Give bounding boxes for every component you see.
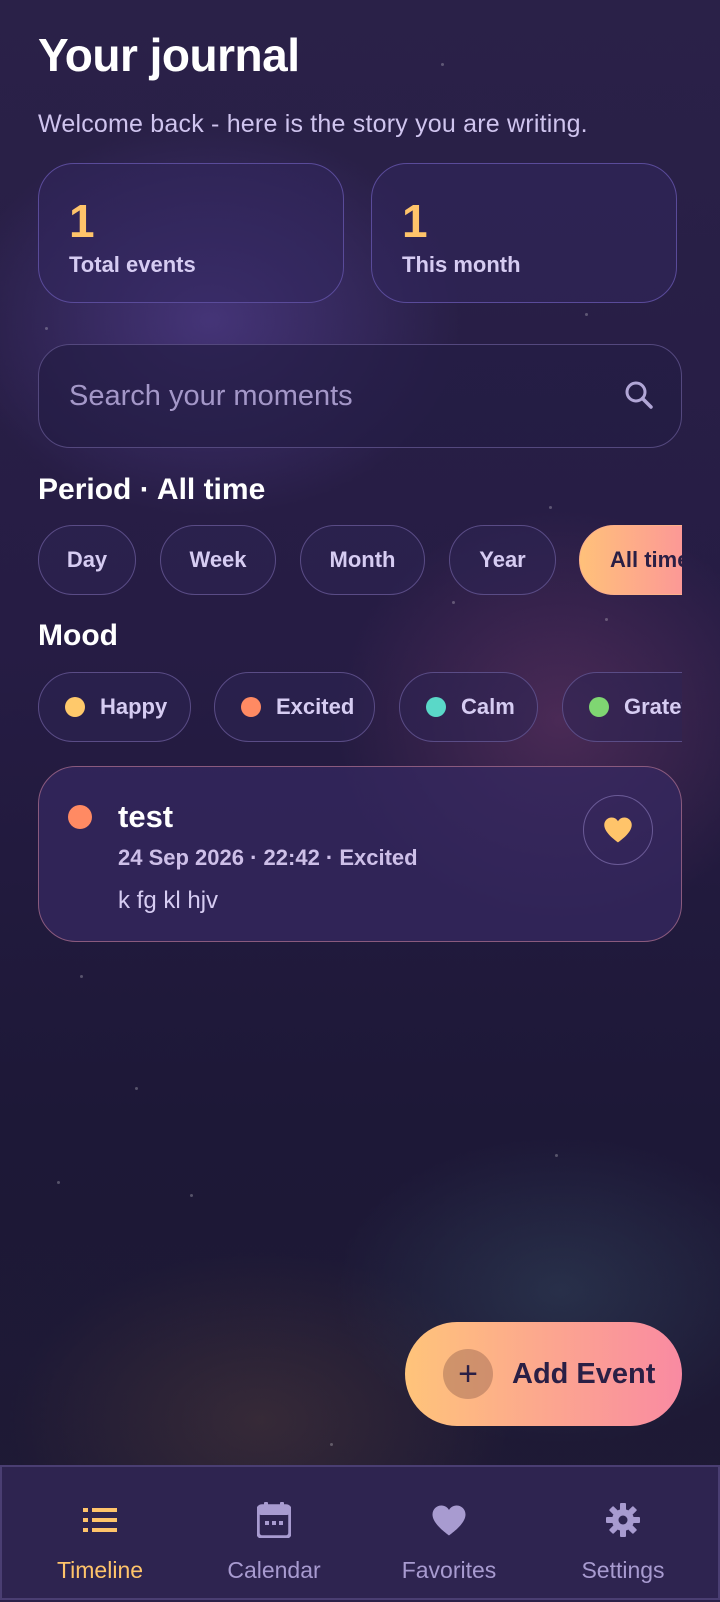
list-icon [80, 1500, 120, 1540]
mood-chip-excited[interactable]: Excited [214, 672, 375, 742]
nav-item-settings[interactable]: Settings [533, 1467, 713, 1602]
favorite-button[interactable] [583, 795, 653, 865]
stat-label: This month [402, 252, 521, 277]
nav-label: Timeline [56, 1557, 144, 1583]
period-chip-month[interactable]: Month [300, 525, 425, 595]
background-star [330, 1443, 333, 1446]
search-icon[interactable] [623, 379, 655, 411]
add-event-button[interactable]: + Add Event [405, 1322, 682, 1426]
mood-chip-row[interactable]: Happy Excited Calm Grateful [38, 672, 682, 744]
background-star [45, 327, 48, 330]
mood-heading: Mood [38, 619, 118, 652]
search-input[interactable] [67, 345, 591, 447]
event-meta: 24 Sep 2026 · 22:42 · Excited [118, 845, 418, 870]
stat-value: 1 [69, 195, 95, 247]
period-chip-year[interactable]: Year [449, 525, 556, 595]
background-star [585, 313, 588, 316]
period-chip-all-time[interactable]: All time [579, 525, 682, 595]
nav-label: Favorites [401, 1557, 497, 1583]
heart-icon [604, 817, 632, 843]
calendar-icon [254, 1500, 294, 1540]
background-star [605, 618, 608, 621]
mood-chip-calm[interactable]: Calm [399, 672, 538, 742]
nav-label: Calendar [227, 1557, 321, 1583]
mood-dot [589, 697, 609, 717]
bottom-navigation: Timeline Calendar Favorites Settings [0, 1465, 720, 1600]
mood-chip-label: Grateful [624, 694, 682, 719]
background-star [135, 1087, 138, 1090]
mood-chip-happy[interactable]: Happy [38, 672, 191, 742]
mood-indicator-dot [68, 805, 92, 829]
period-chip-week[interactable]: Week [160, 525, 276, 595]
period-chip-row[interactable]: Day Week Month Year All time [38, 525, 682, 597]
period-heading: Period · All time [38, 473, 266, 506]
background-star [555, 1154, 558, 1157]
period-chip-day[interactable]: Day [38, 525, 136, 595]
background-star [549, 506, 552, 509]
nav-label: Settings [581, 1557, 665, 1583]
background-star [57, 1181, 60, 1184]
stat-card-this-month: 1 This month [371, 163, 677, 303]
event-title: test [118, 799, 174, 834]
page-subtitle: Welcome back - here is the story you are… [38, 110, 588, 138]
nav-item-calendar[interactable]: Calendar [184, 1467, 364, 1602]
background-star [80, 975, 83, 978]
nav-item-timeline[interactable]: Timeline [10, 1467, 190, 1602]
nav-item-favorites[interactable]: Favorites [359, 1467, 539, 1602]
mood-dot [426, 697, 446, 717]
heart-icon [429, 1500, 469, 1540]
event-body: k fg kl hjv [118, 887, 219, 914]
mood-chip-grateful[interactable]: Grateful [562, 672, 682, 742]
gear-icon [603, 1500, 643, 1540]
event-card[interactable]: test 24 Sep 2026 · 22:42 · Excited k fg … [38, 766, 682, 942]
plus-icon: + [443, 1349, 493, 1399]
stat-value: 1 [402, 195, 428, 247]
search-bar[interactable] [38, 344, 682, 448]
add-event-label: Add Event [512, 1357, 656, 1390]
background-star [441, 63, 444, 66]
background-star [190, 1194, 193, 1197]
page-title: Your journal [38, 29, 300, 81]
mood-chip-label: Happy [100, 694, 168, 719]
mood-chip-label: Excited [276, 694, 355, 719]
stat-card-total-events: 1 Total events [38, 163, 344, 303]
mood-dot [241, 697, 261, 717]
background-star [452, 601, 455, 604]
mood-dot [65, 697, 85, 717]
stat-label: Total events [69, 252, 196, 277]
mood-chip-label: Calm [461, 694, 515, 719]
